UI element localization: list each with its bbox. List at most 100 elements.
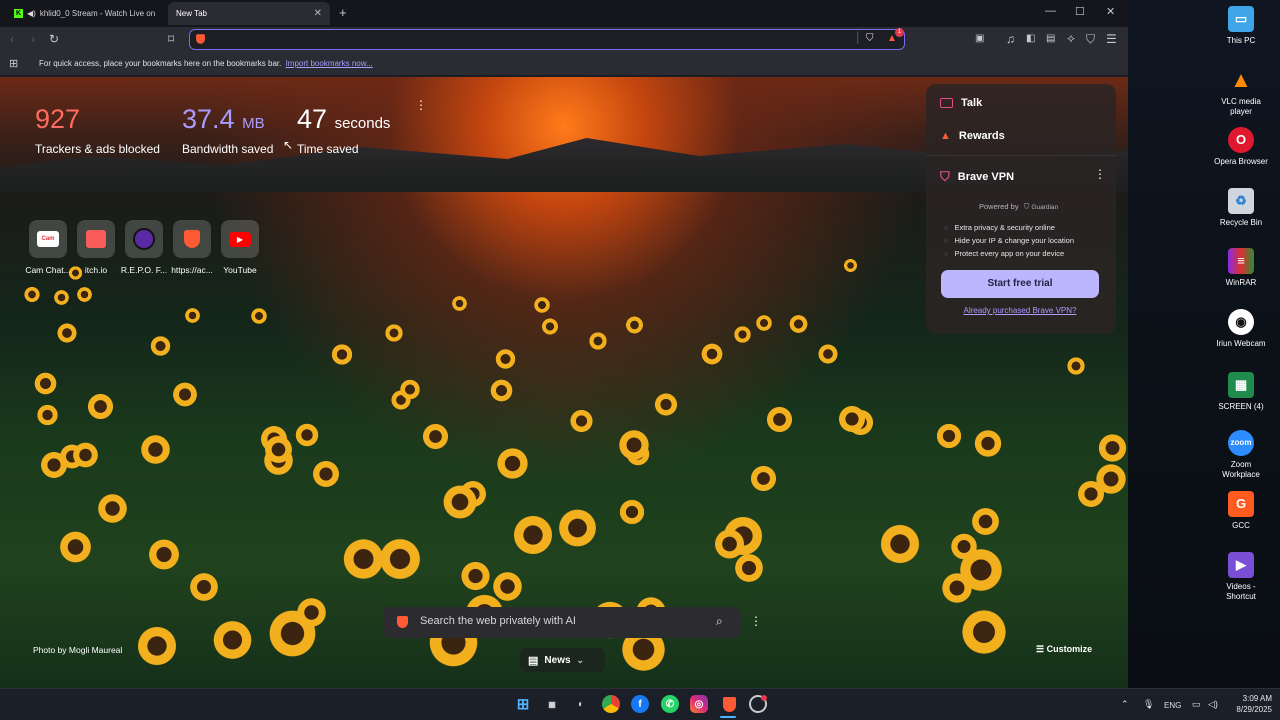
desktop-icon-label: WinRAR [1225,278,1257,287]
address-bar[interactable]: | ⛉ ▲ 1 [189,28,905,50]
shortcut-cam-chat[interactable]: Cam Cam Chat... [25,220,71,275]
address-input[interactable] [210,32,850,47]
apps-grid-icon[interactable]: ⊞ [9,57,18,70]
new-tab-button[interactable]: + [339,5,347,20]
sunflower-decoration [420,422,450,452]
guardian-icon: ⛉ [1023,202,1030,211]
desktop-icon-zoom[interactable]: zoom Zoom Workplace [1212,430,1270,480]
vpn-menu-icon[interactable]: ⋮ [1094,167,1106,181]
desktop-icon-videos[interactable]: ▶ Videos - Shortcut [1212,552,1270,602]
leo-ai-icon[interactable]: ✧ [1066,32,1076,46]
desktop-icon-label: VLC media player [1221,97,1261,116]
maximize-icon[interactable]: ☐ [1075,5,1085,18]
volume-icon[interactable]: ◁) [1208,699,1218,710]
brave-taskbar-icon[interactable] [720,695,738,713]
sunflower-decoration [653,391,679,418]
shields-icon[interactable]: ⛉ [866,33,874,44]
minimize-icon[interactable]: — [1045,5,1056,17]
desktop-icon-vlc[interactable]: ▲ VLC media player [1212,67,1270,117]
clock[interactable]: 3:09 AM 8/29/2025 [1228,693,1272,715]
rewards-widget[interactable]: ▲ Rewards [940,130,1005,142]
music-icon[interactable]: ♫ [1006,32,1015,46]
windows-start-icon[interactable]: ⊞ [514,695,532,713]
tab-new-tab[interactable]: New Tab ✕ [168,2,330,25]
vpn-feature: Extra privacy & security online [944,223,1054,232]
search-icon[interactable]: ⌕ [716,614,723,629]
close-tab-icon[interactable]: ✕ [314,8,322,19]
sunflower-decoration [39,450,69,481]
search-box[interactable]: ⌕ [383,607,741,638]
bandwidth-unit: MB [242,115,265,132]
search-input[interactable] [420,615,710,627]
search-menu-icon[interactable]: ⋮ [750,614,762,628]
shortcut-itch[interactable]: itch.io [74,220,118,275]
tab-stream[interactable]: K ◀) khlid0_0 Stream - Watch Live on I [6,2,166,25]
sunflower-decoration [330,342,354,367]
trackers-blocked-value: 927 [35,104,80,135]
facebook-icon[interactable]: f [631,695,649,713]
desktop-icon-winrar[interactable]: ≡ WinRAR [1212,248,1270,288]
shortcut-label: R.E.P.O. F... [120,265,168,275]
brave-search-icon [196,34,205,44]
chrome-icon[interactable] [602,695,620,713]
desktop-icon-opera[interactable]: O Opera Browser [1212,127,1270,167]
chevron-up-icon[interactable]: ⌃ [1121,699,1129,710]
talk-label: Talk [961,97,983,109]
customize-button[interactable]: ☰ Customize [1036,644,1092,655]
sunflower-decoration [35,403,60,427]
sunflower-decoration [383,322,404,343]
stats-menu-icon[interactable]: ⋮ [415,98,427,112]
bookmark-icon[interactable]: ⌑ [168,32,174,46]
guardian-text: Guardian [1031,204,1059,211]
time-saved-value: 47 seconds [297,104,390,135]
task-manager-icon[interactable]: ▦ [543,695,561,713]
import-bookmarks-link[interactable]: Import bookmarks now... [286,59,373,68]
network-icon[interactable]: ▭ [1192,699,1201,710]
news-button[interactable]: ▤ News ⌄ [520,648,605,672]
already-purchased-link[interactable]: Already purchased Brave VPN? [926,306,1114,315]
customize-label: Customize [1046,644,1093,654]
shortcut-label: YouTube [223,265,257,275]
media-icon[interactable]: ▣ [975,33,984,44]
chat-icon: Cam [37,231,59,247]
desktop-icon-this-pc[interactable]: ▭ This PC [1212,6,1270,46]
camera-icon [940,98,953,108]
back-icon[interactable]: ‹ [10,32,14,46]
close-window-icon[interactable]: ✕ [1106,5,1115,18]
microphone-icon[interactable]: 🎙 [1143,699,1154,710]
shortcut-brave-url[interactable]: https://ac... [170,220,214,275]
desktop-icon-iriun[interactable]: ◉ Iriun Webcam [1212,309,1270,349]
sliders-icon: ☰ [1036,644,1045,654]
vpn-icon[interactable]: ⛉ [1086,32,1095,47]
sidebar-icon[interactable]: ◧ [1026,33,1035,44]
desktop-icon-recycle-bin[interactable]: ♻ Recycle Bin [1212,188,1270,228]
wallet-icon[interactable]: ▤ [1046,33,1055,44]
talk-widget[interactable]: Talk [940,97,982,109]
forward-icon[interactable]: › [31,32,35,46]
bookmarks-hint: For quick access, place your bookmarks h… [39,59,373,68]
desktop-icon-screen[interactable]: ▦ SCREEN (4) [1212,372,1270,412]
language-indicator[interactable]: ENG [1164,701,1181,710]
rewards-triangle-icon: ▲ [940,130,951,142]
shortcut-label: Cam Chat... [25,265,71,275]
reload-icon[interactable]: ↻ [49,32,59,46]
winrar-icon: ≡ [1228,248,1254,274]
menu-icon[interactable]: ☰ [1106,32,1117,46]
photo-credit[interactable]: Photo by Mogli Maureal [33,645,122,655]
news-icon: ▤ [528,654,539,667]
desktop-icon-gcc[interactable]: G GCC [1212,491,1270,531]
steam-icon[interactable]: ◐ [572,695,590,713]
rewards-label: Rewards [958,130,1005,142]
video-folder-icon: ▶ [1228,552,1254,578]
mouse-cursor-icon: ↖ [283,138,294,152]
active-app-indicator [720,716,736,718]
start-free-trial-button[interactable]: Start free trial [941,270,1099,298]
bandwidth-saved-label: Bandwidth saved [182,142,274,156]
sunflower-decoration [948,531,979,562]
time-saved-label: Time saved [297,142,359,156]
shortcut-youtube[interactable]: ▶ YouTube [218,220,262,275]
instagram-icon[interactable]: ◎ [690,695,708,713]
vpn-feature: Hide your IP & change your location [944,236,1074,245]
whatsapp-icon[interactable]: ✆ [661,695,679,713]
shortcut-repo[interactable]: R.E.P.O. F... [120,220,168,275]
